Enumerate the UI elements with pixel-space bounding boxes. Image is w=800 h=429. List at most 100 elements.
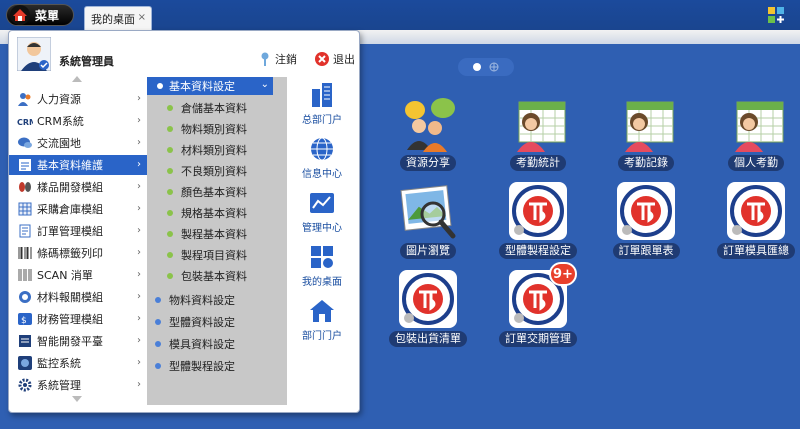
submenu-item-label: 型體資料設定	[169, 316, 235, 329]
desktop-icon-packing-shipment[interactable]: 包裝出貨清單	[380, 270, 476, 347]
desktop-icon-label: 圖片瀏覽	[400, 243, 456, 259]
desktop-icon-attendance-records[interactable]: 考勤記錄	[598, 94, 694, 171]
desktop-icon-label: 考勤記錄	[618, 155, 674, 171]
portal-label: 总部门户	[302, 115, 342, 126]
module-item-platform[interactable]: 智能開發平臺 ›	[9, 331, 147, 351]
submenu-item[interactable]: 材料類別資料	[167, 141, 247, 159]
start-menu: 系統管理員 注銷 退出 人力資源 › CRM CRM系統 ›	[8, 30, 360, 413]
page-dot[interactable]	[473, 63, 481, 71]
portal-management[interactable]: 管理中心	[289, 189, 355, 234]
module-item-barcode[interactable]: 條碼標籤列印 ›	[9, 243, 147, 263]
desktop-icon-personal-attendance[interactable]: 個人考勤	[708, 94, 800, 171]
submenu-item-label: 型體製程設定	[169, 360, 235, 373]
module-item-finance[interactable]: $ 財務管理模組 ›	[9, 309, 147, 329]
desktop-icon-resource-share[interactable]: 資源分享	[380, 94, 476, 171]
submenu-item-label: 物料資料設定	[169, 294, 235, 307]
avatar[interactable]	[17, 37, 51, 71]
submenu-panel: 基本資料設定 ⌄ 倉儲基本資料 物料類別資料 材料類別資料 不良類別資料 顏色基…	[147, 77, 287, 405]
module-item-crm[interactable]: CRM CRM系統 ›	[9, 111, 147, 131]
module-item-label: 財務管理模組	[37, 313, 103, 326]
grid-view-icon[interactable]	[489, 62, 499, 72]
desktop-pager[interactable]	[458, 58, 514, 76]
desktop-icon-order-tracking[interactable]: 訂單跟單表	[598, 182, 694, 259]
bullet-icon	[167, 210, 173, 216]
submenu-item[interactable]: 物料資料設定	[155, 291, 235, 309]
start-menu-button[interactable]: 菜單	[6, 4, 74, 26]
submenu-item[interactable]: 型體製程設定	[155, 357, 235, 375]
chevron-right-icon: ›	[137, 159, 141, 170]
submenu-item[interactable]: 製程基本資料	[167, 225, 247, 243]
svg-text:CRM: CRM	[17, 118, 33, 126]
module-item-purchase[interactable]: 采購倉庫模組 ›	[9, 199, 147, 219]
home-icon	[10, 5, 30, 25]
module-item-label: 監控系統	[37, 357, 81, 370]
desktop-icon-order-mold-summary[interactable]: 訂單模具匯總	[708, 182, 800, 259]
chevron-right-icon: ›	[137, 291, 141, 302]
bullet-icon	[167, 189, 173, 195]
desktop-icon-attendance-stats[interactable]: 考勤統計	[490, 94, 586, 171]
submenu-header[interactable]: 基本資料設定 ⌄	[147, 77, 273, 95]
tab-my-desktop[interactable]: 我的桌面 ×	[84, 6, 152, 30]
submenu-item[interactable]: 模具資料設定	[155, 335, 235, 353]
scan-icon	[17, 267, 33, 283]
scroll-down-icon[interactable]	[71, 395, 83, 403]
submenu-item[interactable]: 倉儲基本資料	[167, 99, 247, 117]
desktop-icon-image-browse[interactable]: 圖片瀏覽	[380, 182, 476, 259]
module-item-label: 采購倉庫模組	[37, 203, 103, 216]
attendance-icon	[625, 101, 674, 152]
portal-hq[interactable]: 总部门户	[289, 81, 355, 126]
module-item-scan[interactable]: SCAN 消單 ›	[9, 265, 147, 285]
module-item-sample-dev[interactable]: 樣品開發模組 ›	[9, 177, 147, 197]
submenu-item[interactable]: 物料類別資料	[167, 120, 247, 138]
module-item-system[interactable]: 系統管理 ›	[9, 375, 147, 395]
desktop-icon	[311, 246, 333, 268]
submenu-item[interactable]: 不良類別資料	[167, 162, 247, 180]
exit-button[interactable]: 退出	[315, 51, 355, 67]
desktop-icon-label: 訂單模具匯總	[717, 243, 795, 259]
desktop-icon-label: 訂單交期管理	[499, 331, 577, 347]
module-list: 人力資源 › CRM CRM系統 › 交流園地 › 基本資料維護 › 樣品開發模…	[9, 73, 147, 413]
submenu-item-label: 模具資料設定	[169, 338, 235, 351]
submenu-item[interactable]: 規格基本資料	[167, 204, 247, 222]
module-item-forum[interactable]: 交流園地 ›	[9, 133, 147, 153]
chart-icon	[310, 193, 334, 213]
customs-icon	[17, 289, 33, 305]
portal-my-desktop[interactable]: 我的桌面	[289, 243, 355, 288]
portal-label: 部门门户	[302, 331, 342, 342]
submenu-item[interactable]: 型體資料設定	[155, 313, 235, 331]
module-item-label: 系統管理	[37, 379, 81, 392]
building-icon	[312, 83, 332, 107]
chevron-right-icon: ›	[137, 137, 141, 148]
scroll-up-icon[interactable]	[71, 75, 83, 83]
module-item-customs[interactable]: 材料報關模組 ›	[9, 287, 147, 307]
module-item-label: 訂單管理模組	[37, 225, 103, 238]
chevron-right-icon: ›	[137, 357, 141, 368]
submenu-item[interactable]: 顏色基本資料	[167, 183, 247, 201]
gear-icon	[17, 377, 33, 393]
portal-info-center[interactable]: 信息中心	[289, 135, 355, 180]
desktop-icon-label: 資源分享	[400, 155, 456, 171]
submenu-item-label: 製程項目資料	[181, 249, 247, 262]
exit-label: 退出	[333, 53, 355, 66]
company-logo-icon: 9+	[509, 262, 577, 328]
tab-close-icon[interactable]: ×	[138, 12, 146, 23]
desktop-icon-style-process[interactable]: 型體製程設定	[490, 182, 586, 259]
bullet-icon	[167, 147, 173, 153]
module-item-basic-data[interactable]: 基本資料維護 ›	[9, 155, 147, 175]
submenu-item[interactable]: 包裝基本資料	[167, 267, 247, 285]
bullet-icon	[167, 231, 173, 237]
module-item-label: 智能開發平臺	[37, 335, 103, 348]
chevron-right-icon: ›	[137, 93, 141, 104]
portal-shortcuts: 总部门户 信息中心 管理中心 我的桌面 部门门户	[289, 77, 359, 407]
submenu-item[interactable]: 製程項目資料	[167, 246, 247, 264]
chevron-right-icon: ›	[137, 335, 141, 346]
taskbar: 菜單 我的桌面 ×	[0, 0, 800, 30]
chevron-right-icon: ›	[137, 203, 141, 214]
module-item-order[interactable]: 訂單管理模組 ›	[9, 221, 147, 241]
module-item-hr[interactable]: 人力資源 ›	[9, 89, 147, 109]
module-item-monitor[interactable]: 監控系統 ›	[9, 353, 147, 373]
portal-department[interactable]: 部门门户	[289, 297, 355, 342]
logout-button[interactable]: 注銷	[259, 51, 297, 67]
add-app-icon[interactable]	[768, 7, 784, 23]
desktop-icon-order-delivery[interactable]: 9+ 訂單交期管理	[490, 262, 586, 347]
